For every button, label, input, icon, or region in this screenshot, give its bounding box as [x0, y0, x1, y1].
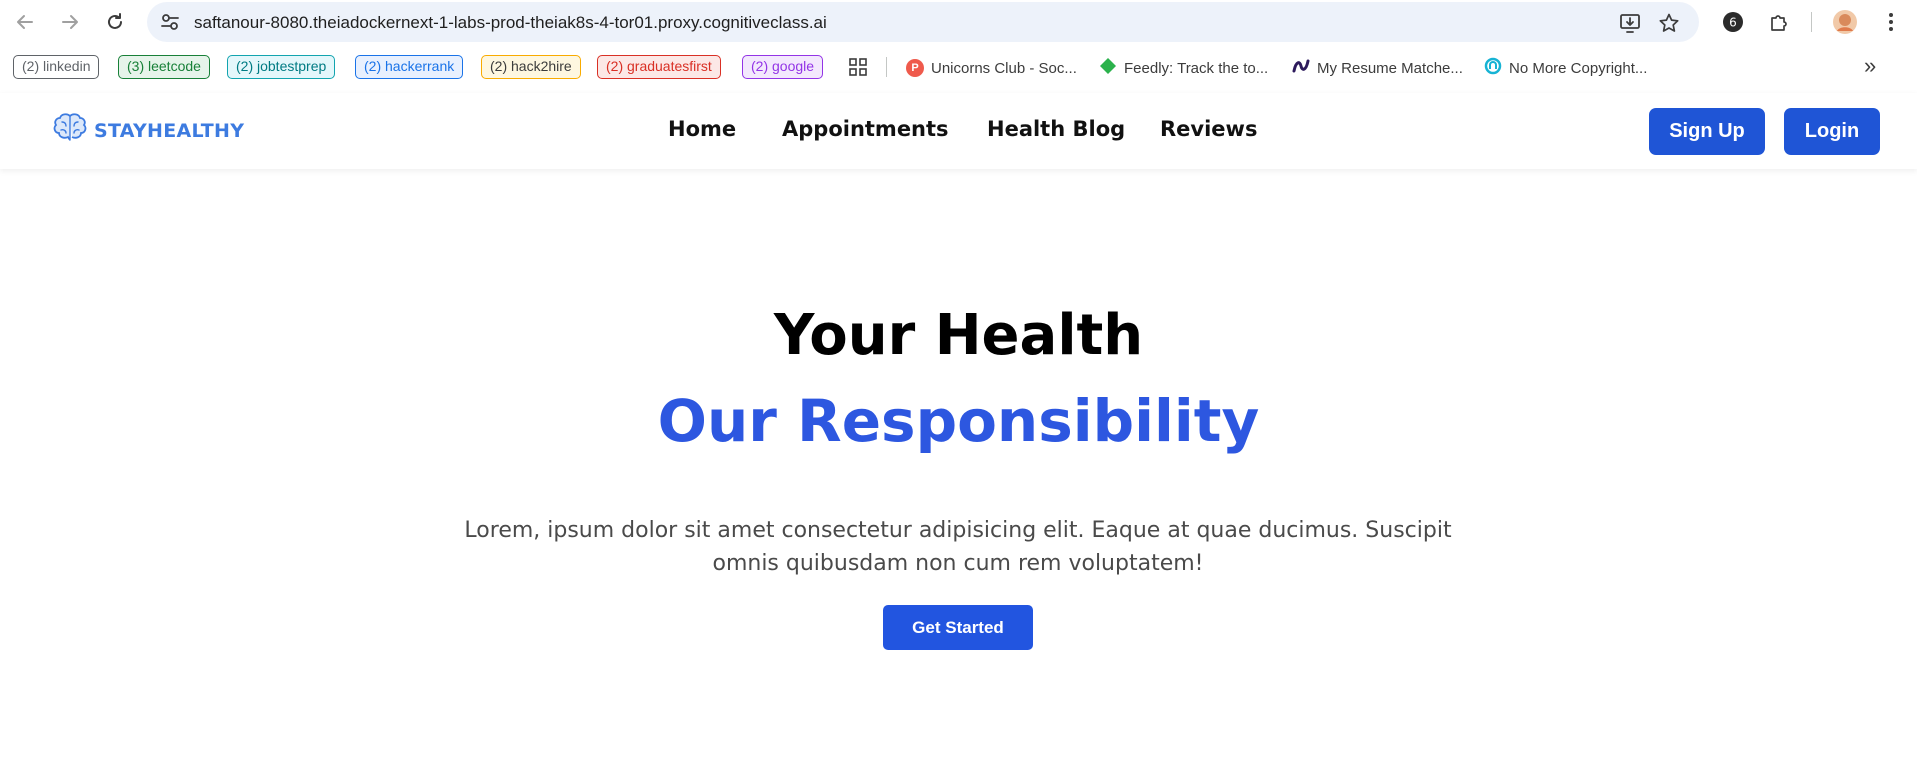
bookmarks-divider [886, 57, 887, 77]
svg-text:6: 6 [1729, 16, 1737, 30]
browser-menu-icon[interactable] [1877, 8, 1905, 36]
install-app-icon[interactable] [1617, 10, 1643, 36]
unicorns-club-icon: P [906, 59, 924, 77]
bookmark-no-more-copyright[interactable]: No More Copyright... [1484, 56, 1647, 80]
extension-6-icon[interactable]: 6 [1719, 8, 1747, 36]
bookmark-chip-hack2hire[interactable]: (2) hack2hire [481, 55, 581, 79]
arrow-right-icon [62, 15, 78, 29]
url-text[interactable]: saftanour-8080.theiadockernext-1-labs-pr… [194, 13, 827, 33]
arrow-left-icon [17, 15, 33, 29]
brain-icon [52, 112, 88, 149]
extensions-puzzle-icon[interactable] [1765, 8, 1793, 36]
bookmark-label: No More Copyright... [1509, 59, 1648, 77]
bookmark-label: Unicorns Club - Soc... [931, 59, 1077, 77]
address-bar[interactable]: saftanour-8080.theiadockernext-1-labs-pr… [147, 2, 1699, 42]
site-settings-icon[interactable] [159, 11, 181, 38]
bookmark-resume-matcher[interactable]: My Resume Matche... [1292, 56, 1463, 80]
site-logo[interactable]: STAYHEALTHY [52, 112, 244, 149]
logo-text: STAYHEALTHY [94, 119, 245, 142]
reload-icon [108, 13, 122, 29]
bookmark-chip-hackerrank[interactable]: (2) hackerrank [355, 55, 464, 79]
back-button[interactable] [11, 8, 39, 36]
toolbar-divider [1811, 12, 1812, 32]
apps-grid-icon[interactable] [849, 58, 867, 81]
get-started-button[interactable]: Get Started [883, 605, 1033, 650]
bookmark-label: Feedly: Track the to... [1124, 59, 1269, 77]
nav-health-blog[interactable]: Health Blog [987, 117, 1125, 141]
hero-subtitle: Our Responsibility [657, 387, 1260, 455]
bookmark-chip-linkedin[interactable]: (2) linkedin [13, 55, 100, 79]
hero-title: Your Health [773, 303, 1144, 368]
reload-button[interactable] [101, 8, 129, 36]
bookmark-chip-graduatesfirst[interactable]: (2) graduatesfirst [597, 55, 721, 79]
bookmark-unicorns-club[interactable]: P Unicorns Club - Soc... [906, 56, 1077, 80]
login-button[interactable]: Login [1784, 108, 1880, 155]
bookmark-star-icon[interactable] [1656, 10, 1682, 36]
nav-appointments[interactable]: Appointments [782, 117, 949, 141]
profile-avatar[interactable] [1831, 8, 1859, 36]
bookmark-feedly[interactable]: Feedly: Track the to... [1099, 56, 1268, 80]
bookmarks-bar: (2) linkedin (3) leetcode (2) jobtestpre… [0, 52, 1917, 84]
feedly-icon [1099, 57, 1117, 79]
signup-button[interactable]: Sign Up [1649, 108, 1765, 155]
no-more-copyright-icon [1484, 57, 1502, 79]
hero-description: Lorem, ipsum dolor sit amet consectetur … [464, 518, 1452, 576]
resume-matcher-icon [1292, 57, 1310, 79]
forward-button[interactable] [56, 8, 84, 36]
bookmark-label: My Resume Matche... [1317, 59, 1463, 77]
bookmark-chip-google[interactable]: (2) google [742, 55, 824, 79]
bookmark-chip-leetcode[interactable]: (3) leetcode [118, 55, 210, 79]
browser-toolbar: saftanour-8080.theiadockernext-1-labs-pr… [0, 0, 1917, 44]
bookmark-chip-jobtestprep[interactable]: (2) jobtestprep [227, 55, 336, 79]
site-header: STAYHEALTHY Home Appointments Health Blo… [0, 93, 1917, 169]
nav-reviews[interactable]: Reviews [1160, 117, 1257, 141]
nav-home[interactable]: Home [668, 117, 736, 141]
more-bookmarks-chevron-icon[interactable]: » [1864, 53, 1876, 79]
